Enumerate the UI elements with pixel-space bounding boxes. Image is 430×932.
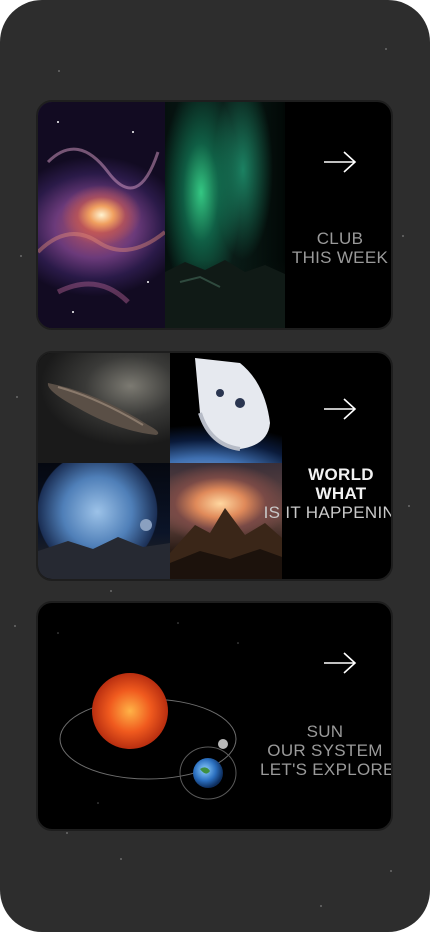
star (20, 255, 22, 257)
spacecraft-shape (195, 358, 270, 451)
screen: CLUB THIS WEEK WORLD WHAT IS IT HAPPENI … (0, 0, 430, 932)
asteroid-shape (47, 383, 159, 435)
title-line: CLUB (316, 229, 364, 248)
star (16, 396, 18, 398)
nebula-image (38, 102, 165, 328)
card-sun-our-system[interactable]: SUN OUR SYSTEM LET'S EXPLORE (36, 601, 393, 831)
star (320, 905, 322, 907)
aurora-image (165, 102, 285, 328)
asteroid-image (38, 353, 170, 463)
card-world-title: WORLD WHAT IS IT HAPPENING? (260, 465, 391, 522)
arrow-right-icon[interactable] (323, 150, 357, 174)
title-line: OUR SYSTEM (267, 741, 383, 760)
title-line: WHAT (315, 484, 367, 503)
title-line: LET'S EXPLORE (260, 760, 393, 779)
title-line: THIS WEEK (291, 248, 389, 267)
planet-moon-image (38, 463, 170, 579)
card-world-what[interactable]: WORLD WHAT IS IT HAPPENING? (36, 351, 393, 581)
sun-icon (92, 673, 168, 749)
star (390, 870, 392, 872)
arrow-right-icon[interactable] (323, 397, 357, 421)
solar-system-image (57, 622, 239, 804)
arrow-right-icon[interactable] (323, 651, 357, 675)
spacecraft-image (170, 353, 282, 463)
moon-icon (218, 739, 228, 749)
star (58, 70, 60, 72)
star (385, 48, 387, 50)
star (66, 832, 68, 834)
card-sun-title: SUN OUR SYSTEM LET'S EXPLORE (260, 722, 393, 779)
card-club-this-week[interactable]: CLUB THIS WEEK (36, 100, 393, 330)
star (408, 505, 410, 507)
title-line: SUN (306, 722, 344, 741)
star (14, 625, 16, 627)
card-club-title: CLUB THIS WEEK (285, 229, 391, 267)
planet-terrain (38, 519, 170, 579)
aurora-texture (165, 260, 285, 328)
star (110, 590, 112, 592)
title-line: WORLD (308, 465, 374, 484)
star (402, 235, 404, 237)
star (120, 858, 122, 860)
title-line: IS IT HAPPENING? (263, 503, 391, 522)
nebula-texture (38, 121, 165, 313)
